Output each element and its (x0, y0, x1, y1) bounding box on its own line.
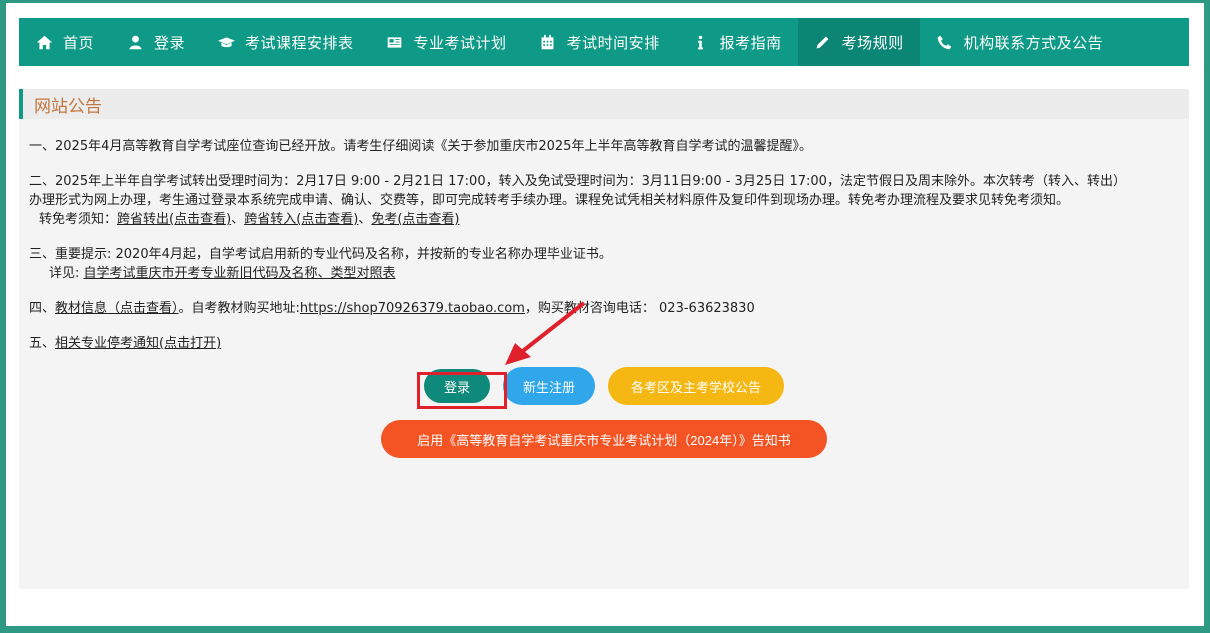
main-nav: 首页 登录 考试课程安排表 专业考试计划 考试时间安排 报考指南 考场规则 机构… (19, 18, 1189, 66)
action-buttons: 登录 新生注册 各考区及主考学校公告 (19, 367, 1189, 407)
nav-item-label: 考试课程安排表 (245, 33, 354, 52)
nav-item-label: 考试时间安排 (566, 33, 660, 52)
cross-province-in-link[interactable]: 跨省转入(点击查看) (244, 212, 358, 227)
textbook-info-link[interactable]: 教材信息（点击查看） (55, 301, 179, 316)
notice-list: 一、2025年4月高等教育自学考试座位查询已经开放。请考生仔细阅读《关于参加重庆… (19, 119, 1189, 353)
nav-item-label: 考场规则 (841, 33, 904, 52)
notice-text: 详见: (49, 266, 84, 281)
calendar-icon (539, 33, 557, 51)
nav-item-exam-plan[interactable]: 专业考试计划 (370, 18, 523, 66)
exemption-link[interactable]: 免考(点击查看) (371, 212, 459, 227)
register-button[interactable]: 新生注册 (503, 367, 595, 405)
separator: 、 (231, 212, 245, 227)
notice-text: 。自考教材购买地址: (178, 301, 300, 316)
user-icon (126, 33, 144, 51)
major-code-table-link[interactable]: 自学考试重庆市开考专业新旧代码及名称、类型对照表 (84, 266, 396, 281)
exam-area-notice-button[interactable]: 各考区及主考学校公告 (608, 367, 784, 405)
nav-item-exam-rules[interactable]: 考场规则 (797, 18, 920, 66)
nav-item-label: 首页 (63, 33, 95, 52)
nav-item-label: 专业考试计划 (413, 33, 507, 52)
notice-text: 办理形式为网上办理，考生通过登录本系统完成申请、确认、交费等，即可完成转考手续办… (29, 193, 1070, 208)
pencil-icon (814, 33, 832, 51)
notice-item-2: 二、2025年上半年自学考试转出受理时间为：2月17日 9:00 - 2月21日… (29, 172, 1189, 229)
phone-icon (936, 33, 954, 51)
info-icon (692, 33, 710, 51)
login-button[interactable]: 登录 (424, 369, 490, 403)
notice-item-1: 一、2025年4月高等教育自学考试座位查询已经开放。请考生仔细阅读《关于参加重庆… (29, 137, 1189, 156)
notice-text: 三、重要提示: 2020年4月起，自学考试启用新的专业代码及名称，并按新的专业名… (29, 247, 612, 262)
home-icon (35, 33, 53, 51)
nav-item-label: 报考指南 (719, 33, 782, 52)
cross-province-out-link[interactable]: 跨省转出(点击查看) (117, 212, 231, 227)
exam-plan-notice-button[interactable]: 启用《高等教育自学考试重庆市专业考试计划（2024年）》告知书 (381, 420, 827, 458)
panel-header: 网站公告 (19, 89, 1189, 119)
notice-text: 转免考须知： (39, 212, 118, 227)
nav-item-course-schedule[interactable]: 考试课程安排表 (201, 18, 370, 66)
page-frame: 首页 登录 考试课程安排表 专业考试计划 考试时间安排 报考指南 考场规则 机构… (6, 3, 1204, 626)
notice-text: ，购买教材咨询电话： 023-63623830 (524, 301, 755, 316)
textbook-shop-link[interactable]: https://shop70926379.taobao.com (300, 301, 525, 316)
notice-item-3: 三、重要提示: 2020年4月起，自学考试启用新的专业代码及名称，并按新的专业名… (29, 245, 1189, 283)
nav-item-login[interactable]: 登录 (110, 18, 201, 66)
nav-item-exam-time[interactable]: 考试时间安排 (523, 18, 676, 66)
notice-text: 四、 (29, 301, 56, 316)
graduation-cap-icon (217, 33, 235, 51)
nav-item-label: 机构联系方式及公告 (963, 33, 1104, 52)
notice-item-5: 五、相关专业停考通知(点击打开) (29, 334, 1189, 353)
notice-text: 五、 (29, 336, 56, 351)
panel-title: 网站公告 (34, 96, 102, 117)
suspension-notice-link[interactable]: 相关专业停考通知(点击打开) (55, 336, 221, 351)
nav-item-contacts[interactable]: 机构联系方式及公告 (920, 18, 1120, 66)
nav-item-guide[interactable]: 报考指南 (676, 18, 798, 66)
newspaper-icon (386, 33, 404, 51)
announcement-panel: 网站公告 一、2025年4月高等教育自学考试座位查询已经开放。请考生仔细阅读《关… (19, 89, 1189, 589)
nav-item-home[interactable]: 首页 (19, 18, 110, 66)
notice-item-4: 四、教材信息（点击查看）。自考教材购买地址:https://shop709263… (29, 299, 1189, 318)
notice-text: 二、2025年上半年自学考试转出受理时间为：2月17日 9:00 - 2月21日… (29, 174, 1126, 189)
separator: 、 (358, 212, 372, 227)
notice-text: 一、2025年4月高等教育自学考试座位查询已经开放。请考生仔细阅读《关于参加重庆… (29, 139, 812, 154)
nav-item-label: 登录 (154, 33, 186, 52)
